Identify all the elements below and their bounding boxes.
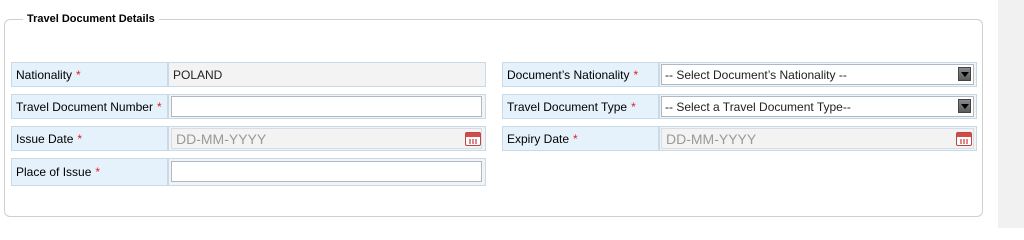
travel-document-type-selected: -- Select a Travel Document Type-- xyxy=(665,99,851,114)
expiry-date-label: Expiry Date * xyxy=(502,126,659,151)
travel-document-type-label: Travel Document Type * xyxy=(502,94,659,119)
documents-nationality-selected: -- Select Document’s Nationality -- xyxy=(665,67,847,82)
page-gutter xyxy=(998,0,1024,228)
place-of-issue-label-text: Place of Issue xyxy=(16,165,92,179)
documents-nationality-label-text: Document’s Nationality xyxy=(507,67,630,82)
issue-date-label-text: Issue Date xyxy=(16,131,74,146)
expiry-date-placeholder: DD-MM-YYYY xyxy=(666,130,757,147)
required-marker: * xyxy=(573,131,578,146)
chevron-down-icon[interactable] xyxy=(958,67,971,81)
issue-date-label: Issue Date * xyxy=(11,126,168,151)
travel-document-type-label-text: Travel Document Type xyxy=(507,99,628,114)
documents-nationality-select[interactable]: -- Select Document’s Nationality -- xyxy=(661,64,974,85)
nationality-value: POLAND xyxy=(173,67,223,82)
nationality-label: Nationality * xyxy=(11,62,168,87)
place-of-issue-label: Place of Issue * xyxy=(11,158,168,186)
issue-date-placeholder: DD-MM-YYYY xyxy=(176,130,267,147)
required-marker: * xyxy=(156,99,162,114)
travel-document-number-label: Travel Document Number * xyxy=(11,94,168,119)
required-marker: * xyxy=(77,131,83,146)
expiry-date-input[interactable]: DD-MM-YYYY xyxy=(661,128,974,149)
nationality-label-text: Nationality xyxy=(16,67,73,82)
issue-date-input[interactable]: DD-MM-YYYY xyxy=(171,128,482,149)
required-marker: * xyxy=(76,67,81,82)
required-marker: * xyxy=(633,67,639,82)
expiry-date-label-text: Expiry Date xyxy=(507,131,570,146)
chevron-down-icon[interactable] xyxy=(958,99,971,113)
travel-document-number-input[interactable] xyxy=(171,96,482,117)
required-marker: * xyxy=(631,99,636,114)
required-marker: * xyxy=(95,165,101,179)
section-title: Travel Document Details xyxy=(23,13,159,25)
place-of-issue-input[interactable] xyxy=(171,161,482,182)
documents-nationality-label: Document’s Nationality * xyxy=(502,62,659,87)
calendar-icon[interactable] xyxy=(956,132,972,146)
travel-document-type-select[interactable]: -- Select a Travel Document Type-- xyxy=(661,96,974,117)
travel-document-number-label-text: Travel Document Number xyxy=(16,99,153,114)
calendar-icon[interactable] xyxy=(465,132,481,146)
